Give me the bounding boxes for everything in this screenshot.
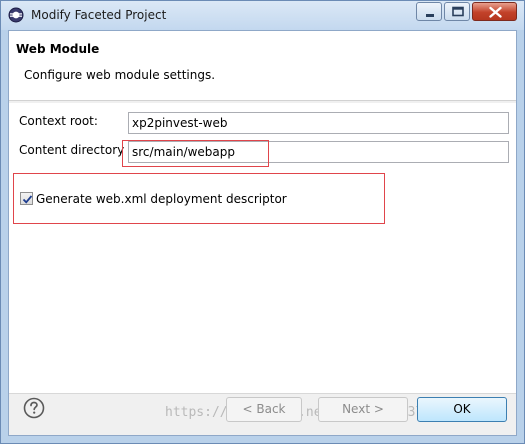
generate-descriptor-label[interactable]: Generate web.xml deployment descriptor [36, 192, 287, 206]
next-button[interactable]: Next > [318, 397, 408, 422]
page-description: Configure web module settings. [24, 68, 216, 82]
title-bar[interactable]: Modify Faceted Project [1, 1, 524, 30]
dialog-window: Modify Faceted Project Web Module Config… [0, 0, 525, 444]
context-root-label: Context root: [19, 114, 98, 128]
minimize-button[interactable] [416, 2, 442, 21]
settings-panel: Context root: Content directory Generate… [9, 103, 516, 393]
checkmark-icon [22, 195, 33, 204]
eclipse-icon [8, 7, 24, 23]
back-button[interactable]: < Back [226, 397, 302, 422]
ok-button[interactable]: OK [417, 397, 507, 422]
window-title: Modify Faceted Project [31, 8, 167, 22]
button-bar-separator [9, 393, 516, 394]
close-icon [489, 6, 502, 18]
highlight-box-content-dir [122, 140, 269, 167]
dialog-client-area: Web Module Configure web module settings… [8, 30, 517, 436]
maximize-icon [452, 6, 464, 17]
help-icon[interactable] [23, 397, 45, 419]
page-title: Web Module [16, 42, 100, 56]
context-root-input[interactable] [128, 112, 509, 134]
generate-descriptor-checkbox[interactable] [20, 192, 33, 205]
close-button[interactable] [472, 2, 517, 21]
maximize-button[interactable] [444, 2, 470, 21]
content-directory-label: Content directory [19, 143, 125, 157]
wizard-header: Web Module Configure web module settings… [9, 31, 516, 101]
minimize-icon [426, 14, 434, 17]
